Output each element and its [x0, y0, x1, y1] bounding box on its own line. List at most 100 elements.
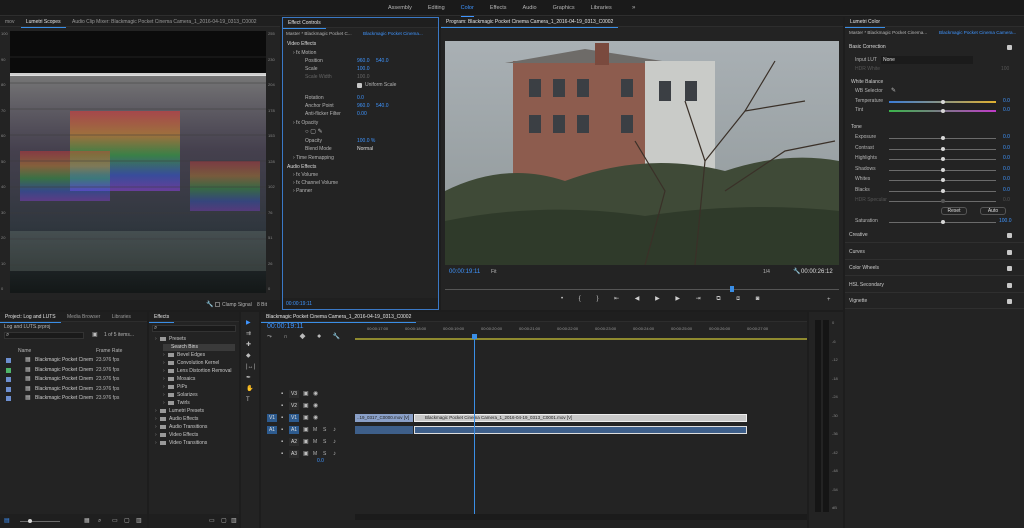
- tree-expand-icon[interactable]: ›: [163, 384, 165, 391]
- label-color-swatch[interactable]: [6, 367, 11, 373]
- scale-value[interactable]: 100.0: [357, 65, 370, 73]
- tab-lumetri-scopes[interactable]: Lumetri Scopes: [20, 17, 66, 28]
- work-area-bar[interactable]: [355, 338, 807, 340]
- microphone-icon[interactable]: ♪: [333, 439, 336, 445]
- track-header-a2[interactable]: A2: [289, 438, 299, 446]
- pen-tool-icon[interactable]: ✒: [246, 375, 251, 381]
- lock-icon[interactable]: ▤: [4, 518, 10, 524]
- folder-icon[interactable]: ▭: [112, 518, 118, 524]
- workspace-tab-editing[interactable]: Editing: [428, 0, 445, 16]
- eye-icon[interactable]: ◉: [313, 391, 318, 397]
- panner-effect[interactable]: › Panner: [293, 187, 312, 195]
- find-icon[interactable]: ⌕: [98, 518, 101, 524]
- add-button-icon[interactable]: +: [827, 297, 831, 303]
- lock-track-icon[interactable]: ▪: [281, 439, 283, 445]
- project-item-name[interactable]: Blackmagic Pocket Cinem: [35, 385, 93, 393]
- project-item-name[interactable]: Blackmagic Pocket Cinem: [35, 366, 93, 374]
- workspace-tab-graphics[interactable]: Graphics: [553, 0, 575, 16]
- section-toggle-curves[interactable]: [1007, 249, 1012, 255]
- tone-value-exposure[interactable]: 0.0: [1003, 133, 1010, 141]
- slip-tool-icon[interactable]: |↔|: [246, 364, 255, 370]
- tree-expand-icon[interactable]: ›: [163, 352, 165, 359]
- effects-tree-item[interactable]: Convolution Kernel: [177, 360, 219, 367]
- time-remapping-effect[interactable]: › Time Remapping: [293, 154, 334, 162]
- lumetri-clip-label[interactable]: Blackmagic Pocket Cinema Camera...: [939, 29, 1016, 37]
- new-item-icon[interactable]: ▢: [124, 518, 130, 524]
- ec-timecode[interactable]: 00:00:19:11: [286, 298, 312, 309]
- track-volume-value[interactable]: 0.0: [317, 458, 324, 464]
- lock-track-icon[interactable]: ▪: [281, 391, 283, 397]
- rotation-value[interactable]: 0.0: [357, 94, 364, 102]
- sync-lock-icon[interactable]: ▣: [303, 439, 309, 445]
- project-item-name[interactable]: Blackmagic Pocket Cinem: [35, 375, 93, 383]
- lock-track-icon[interactable]: ▪: [281, 427, 283, 433]
- section-toggle-vignette[interactable]: [1007, 299, 1012, 304]
- tree-expand-icon[interactable]: ›: [163, 368, 165, 375]
- source-patch-a1[interactable]: A1: [267, 426, 277, 434]
- position-y-value[interactable]: 540.0: [376, 57, 389, 65]
- tone-slider-knob[interactable]: [941, 199, 945, 203]
- basic-correction-header[interactable]: Basic Correction: [849, 43, 886, 51]
- sync-lock-icon[interactable]: ▣: [303, 415, 309, 421]
- effects-tree-item[interactable]: Audio Transitions: [169, 424, 207, 431]
- effects-tree-item[interactable]: Video Transitions: [169, 440, 207, 447]
- ripple-edit-icon[interactable]: ✚: [246, 342, 251, 348]
- sync-lock-icon[interactable]: ▣: [303, 391, 309, 397]
- anchor-y-value[interactable]: 540.0: [376, 102, 389, 110]
- section-curves[interactable]: Curves: [849, 248, 865, 256]
- tab-effect-controls[interactable]: Effect Controls: [283, 18, 326, 29]
- blend-mode-select[interactable]: Normal: [357, 145, 373, 153]
- input-lut-select[interactable]: None: [881, 56, 973, 64]
- timeline-playhead-handle[interactable]: [472, 334, 477, 339]
- tone-slider-knob[interactable]: [941, 157, 945, 161]
- effects-tree-item[interactable]: Lumetri Presets: [169, 408, 204, 415]
- basic-correction-toggle[interactable]: [1007, 45, 1012, 50]
- hand-tool-icon[interactable]: ✋: [246, 386, 253, 392]
- section-toggle-creative[interactable]: [1007, 233, 1012, 238]
- program-monitor-title[interactable]: Program: Blackmagic Pocket Cinema Camera…: [441, 17, 619, 28]
- clamp-signal-checkbox[interactable]: [215, 302, 220, 307]
- tab-media-browser[interactable]: Media Browser: [62, 312, 105, 322]
- tab-effects[interactable]: Effects: [149, 312, 175, 323]
- microphone-icon[interactable]: ♪: [333, 451, 336, 457]
- saturation-slider-knob[interactable]: [941, 220, 945, 224]
- timeline-sequence-tab[interactable]: Blackmagic Pocket Cinema Camera_1_2016-0…: [261, 312, 417, 323]
- fit-select[interactable]: Fit: [491, 269, 497, 275]
- effects-search-input[interactable]: [152, 325, 236, 332]
- lock-track-icon[interactable]: ▪: [281, 415, 283, 421]
- sync-lock-icon[interactable]: ▣: [303, 451, 309, 457]
- track-header-v3[interactable]: V3: [289, 390, 299, 398]
- tree-expand-icon[interactable]: ›: [155, 416, 157, 423]
- section-toggle-hsl-secondary[interactable]: [1007, 282, 1012, 288]
- tab-lumetri-color[interactable]: Lumetri Color: [845, 17, 886, 28]
- workspace-tab-color[interactable]: Color: [460, 0, 474, 17]
- trash-icon[interactable]: ▥: [231, 518, 237, 524]
- section-color-wheels[interactable]: Color Wheels: [849, 264, 879, 272]
- project-search-input[interactable]: [4, 332, 84, 339]
- temperature-slider-knob[interactable]: [941, 100, 945, 104]
- position-x-value[interactable]: 960.0: [357, 57, 370, 65]
- sync-lock-icon[interactable]: ▣: [303, 427, 309, 433]
- timeline-scrollbar[interactable]: [355, 514, 807, 520]
- effects-tree-item[interactable]: Presets: [169, 336, 186, 343]
- tone-value-whites[interactable]: 0.0: [1003, 175, 1010, 183]
- mute-button[interactable]: M: [313, 426, 317, 434]
- timeline-ruler[interactable]: 00:00:17:00 00:00:18:00 00:00:19:00 00:00:2…: [355, 326, 807, 336]
- solo-button[interactable]: S: [323, 450, 326, 458]
- col-frame-rate-header[interactable]: Frame Rate: [96, 347, 122, 355]
- uniform-scale-checkbox[interactable]: [357, 83, 362, 88]
- wrench-icon[interactable]: 🔧: [793, 269, 800, 275]
- clip-left-video[interactable]: ..19_0317_C0000.mov [V]: [355, 414, 413, 422]
- sync-lock-icon[interactable]: ▣: [303, 403, 309, 409]
- clip-left-audio[interactable]: [355, 426, 413, 434]
- opacity-effect[interactable]: › fx Opacity: [293, 119, 318, 127]
- wrench-icon[interactable]: 🔧: [206, 302, 213, 308]
- tint-slider-knob[interactable]: [941, 109, 945, 113]
- tree-expand-icon[interactable]: ›: [155, 424, 157, 431]
- workspace-tab-audio[interactable]: Audio: [523, 0, 537, 16]
- solo-button[interactable]: S: [323, 426, 326, 434]
- program-timecode[interactable]: 00:00:19:11: [449, 269, 480, 275]
- tone-value-highlights[interactable]: 0.0: [1003, 154, 1010, 162]
- track-select-icon[interactable]: ⇉: [246, 331, 251, 337]
- channel-volume-effect[interactable]: › fx Channel Volume: [293, 179, 338, 187]
